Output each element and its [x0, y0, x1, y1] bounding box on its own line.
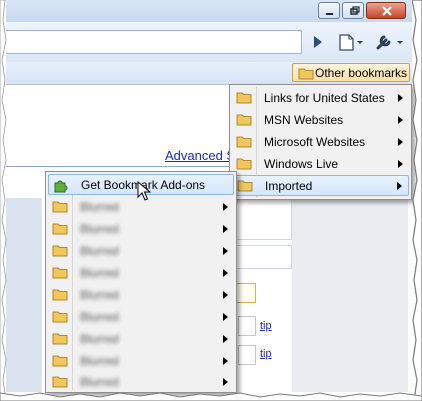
menu-item-label: Blurred — [80, 244, 119, 258]
bookmarks-bar: Other bookmarks — [6, 62, 412, 85]
side-column — [292, 198, 408, 392]
folder-icon — [237, 180, 253, 192]
menu-item-label: Blurred — [80, 354, 119, 368]
menu-item-imported[interactable]: Imported — [232, 175, 409, 196]
menu-item-label: Blurred — [80, 266, 119, 280]
menu-item-label: Blurred — [80, 310, 119, 324]
menu-item-folder[interactable]: Blurred — [48, 241, 234, 262]
chevron-right-icon — [223, 335, 228, 343]
chevron-right-icon — [398, 138, 403, 146]
chevron-right-icon — [223, 203, 228, 211]
advanced-search-link[interactable]: Advanced S — [165, 148, 235, 163]
chevron-right-icon — [398, 116, 403, 124]
restore-button[interactable] — [342, 2, 364, 19]
menu-item-label: Microsoft Websites — [264, 135, 366, 149]
close-icon — [382, 6, 392, 16]
chevron-right-icon — [398, 160, 403, 168]
folder-icon — [52, 267, 68, 279]
folder-icon — [236, 92, 252, 104]
chevron-right-icon — [223, 225, 228, 233]
torn-edge-decoration — [412, 0, 422, 401]
text-field[interactable] — [234, 198, 292, 240]
folder-icon — [298, 68, 314, 80]
title-bar — [6, 0, 412, 22]
chevron-right-icon — [223, 378, 228, 386]
menu-item-label: Imported — [265, 179, 313, 193]
folder-icon — [52, 289, 68, 301]
address-bar[interactable] — [6, 30, 302, 54]
chevron-right-icon — [223, 247, 228, 255]
folder-icon — [52, 201, 68, 213]
minimize-icon — [326, 13, 333, 15]
menu-item-folder[interactable]: Blurred — [48, 307, 234, 328]
chevron-right-icon — [398, 94, 403, 102]
menu-item-folder[interactable]: Blurred — [48, 329, 234, 350]
torn-edge-decoration — [0, 392, 422, 401]
wrench-icon[interactable] — [374, 32, 406, 52]
torn-edge-decoration — [0, 0, 7, 401]
menu-item-label: Windows Live — [264, 157, 339, 171]
folder-icon — [236, 136, 252, 148]
folder-icon — [52, 355, 68, 367]
other-bookmarks-menu: Links for United States MSN Websites Mic… — [229, 84, 412, 200]
menu-item-label: Blurred — [80, 375, 119, 389]
chevron-right-icon — [223, 291, 228, 299]
text-field[interactable] — [238, 345, 256, 365]
text-field[interactable] — [238, 316, 256, 336]
puzzle-icon — [54, 180, 68, 193]
menu-item-label: Blurred — [80, 332, 119, 346]
page-menu-icon[interactable] — [336, 32, 366, 52]
left-panel — [6, 198, 42, 392]
folder-icon — [52, 376, 68, 388]
mouse-cursor-icon — [137, 181, 151, 201]
menu-item-windows-live[interactable]: Windows Live — [232, 154, 409, 175]
menu-item-folder[interactable]: Blurred — [48, 219, 234, 240]
menu-item-label: Blurred — [80, 288, 119, 302]
menu-item-links-for-united-states[interactable]: Links for United States — [232, 88, 409, 109]
tip-link[interactable]: tip — [260, 320, 272, 332]
tip-link[interactable]: tip — [260, 348, 272, 360]
folder-icon — [52, 245, 68, 257]
folder-icon — [52, 223, 68, 235]
menu-item-label: Blurred — [80, 222, 119, 236]
restore-icon — [350, 6, 360, 15]
chevron-right-icon — [397, 182, 402, 190]
folder-icon — [52, 333, 68, 345]
chevron-right-icon — [223, 357, 228, 365]
menu-item-label: Blurred — [80, 200, 119, 214]
menu-item-folder[interactable]: Blurred — [48, 285, 234, 306]
minimize-button[interactable] — [318, 2, 340, 19]
close-button[interactable] — [366, 2, 406, 19]
menu-item-folder[interactable]: Blurred — [48, 263, 234, 284]
other-bookmarks-label: Other bookmarks — [315, 66, 408, 80]
text-field[interactable] — [234, 245, 292, 269]
chevron-right-icon — [223, 313, 228, 321]
folder-icon — [236, 114, 252, 126]
menu-item-folder[interactable]: Blurred — [48, 351, 234, 372]
menu-item-label: MSN Websites — [264, 113, 344, 127]
other-bookmarks-button[interactable]: Other bookmarks — [292, 63, 410, 82]
imported-menu: Get Bookmark Add-ons Blurred Blurred Blu… — [45, 171, 237, 393]
menu-item-msn-websites[interactable]: MSN Websites — [232, 110, 409, 131]
menu-item-folder[interactable]: Blurred — [48, 372, 234, 393]
folder-icon — [236, 158, 252, 170]
go-arrow-icon[interactable] — [308, 32, 326, 52]
menu-item-label: Links for United States — [264, 91, 385, 105]
menu-item-microsoft-websites[interactable]: Microsoft Websites — [232, 132, 409, 153]
chevron-right-icon — [223, 269, 228, 277]
folder-icon — [52, 311, 68, 323]
toolbar — [6, 22, 412, 63]
